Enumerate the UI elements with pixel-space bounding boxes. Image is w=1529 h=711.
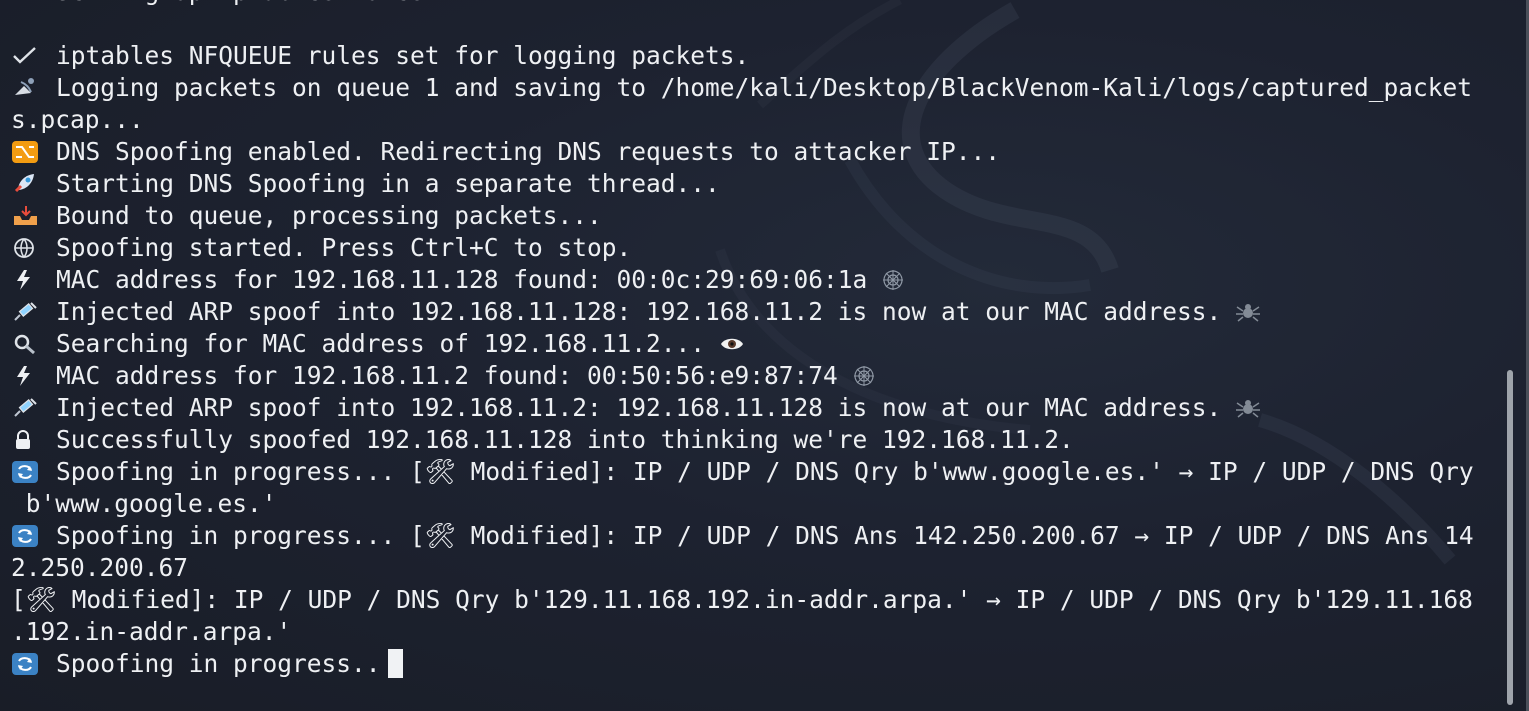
terminal-output: Setting up iptables rules... iptables NFQ…	[11, 0, 1496, 680]
syringe-icon	[11, 396, 41, 420]
terminal-line: Spoofing in progress... [🛠 Modified]: IP…	[11, 520, 1496, 552]
terminal-line: Setting up iptables rules...	[11, 0, 1496, 8]
terminal-line: b'www.google.es.'	[11, 488, 1496, 520]
shuffle-icon	[11, 140, 41, 164]
refresh-icon	[11, 460, 41, 484]
terminal-line-text: Spoofing in progress... [🛠 Modified]: IP…	[56, 521, 1474, 550]
eye-icon	[719, 332, 745, 356]
terminal-line: Injected ARP spoof into 192.168.11.128: …	[11, 296, 1496, 328]
magnifier-icon	[11, 332, 41, 356]
terminal-line: Logging packets on queue 1 and saving to…	[11, 72, 1496, 104]
terminal-line: Spoofing in progress... [🛠 Modified]: IP…	[11, 456, 1496, 488]
inbox-icon	[11, 204, 41, 228]
lock-icon	[11, 428, 41, 452]
lightning-icon	[11, 364, 41, 388]
terminal-line-text: Successfully spoofed 192.168.11.128 into…	[56, 425, 1074, 454]
terminal-line-text: s.pcap...	[11, 105, 144, 134]
terminal-line: DNS Spoofing enabled. Redirecting DNS re…	[11, 136, 1496, 168]
terminal-line-text: MAC address for 192.168.11.2 found: 00:5…	[56, 361, 838, 390]
terminal-window[interactable]: Setting up iptables rules... iptables NFQ…	[0, 0, 1529, 711]
terminal-line-text: Spoofing started. Press Ctrl+C to stop.	[56, 233, 632, 262]
terminal-line: Searching for MAC address of 192.168.11.…	[11, 328, 1496, 360]
terminal-line-text: Searching for MAC address of 192.168.11.…	[56, 329, 706, 358]
terminal-line-text: Bound to queue, processing packets...	[56, 201, 602, 230]
web-icon	[852, 364, 878, 388]
terminal-line-text: Spoofing in progress..	[56, 649, 381, 678]
globe-icon	[11, 236, 41, 260]
terminal-line-text: Injected ARP spoof into 192.168.11.128: …	[56, 297, 1222, 326]
terminal-line-text: MAC address for 192.168.11.128 found: 00…	[56, 265, 868, 294]
terminal-cursor	[387, 649, 403, 678]
terminal-line: Spoofing started. Press Ctrl+C to stop.	[11, 232, 1496, 264]
refresh-icon	[11, 652, 41, 676]
syringe-icon	[11, 300, 41, 324]
web-icon	[881, 268, 907, 292]
spider-icon	[1235, 300, 1261, 324]
terminal-line: MAC address for 192.168.11.128 found: 00…	[11, 264, 1496, 296]
terminal-line-text: Injected ARP spoof into 192.168.11.2: 19…	[56, 393, 1222, 422]
terminal-line-text: Logging packets on queue 1 and saving to…	[56, 73, 1473, 102]
terminal-line: iptables NFQUEUE rules set for logging p…	[11, 40, 1496, 72]
satellite-icon	[11, 76, 41, 100]
terminal-line-text: iptables NFQUEUE rules set for logging p…	[56, 41, 750, 70]
terminal-line-text: .192.in-addr.arpa.'	[11, 617, 292, 646]
terminal-line: Successfully spoofed 192.168.11.128 into…	[11, 424, 1496, 456]
lightning-icon	[11, 268, 41, 292]
terminal-line-text: DNS Spoofing enabled. Redirecting DNS re…	[56, 137, 1001, 166]
rocket-icon	[11, 172, 41, 196]
refresh-icon	[11, 524, 41, 548]
check-icon	[11, 0, 41, 4]
terminal-line-text: [🛠 Modified]: IP / UDP / DNS Qry b'129.1…	[11, 585, 1473, 614]
terminal-line: Spoofing in progress..	[11, 648, 1496, 680]
terminal-line-text: Spoofing in progress... [🛠 Modified]: IP…	[56, 457, 1474, 486]
terminal-line-text: b'www.google.es.'	[11, 489, 277, 518]
check-icon	[11, 44, 41, 68]
terminal-line: [🛠 Modified]: IP / UDP / DNS Qry b'129.1…	[11, 584, 1496, 616]
terminal-line: Injected ARP spoof into 192.168.11.2: 19…	[11, 392, 1496, 424]
terminal-line-text: Setting up iptables rules...	[56, 0, 469, 6]
terminal-line: Starting DNS Spoofing in a separate thre…	[11, 168, 1496, 200]
terminal-line-text: Starting DNS Spoofing in a separate thre…	[56, 169, 720, 198]
terminal-line: Bound to queue, processing packets...	[11, 200, 1496, 232]
terminal-line: s.pcap...	[11, 104, 1496, 136]
terminal-line: .192.in-addr.arpa.'	[11, 616, 1496, 648]
vertical-scrollbar[interactable]	[1507, 370, 1513, 705]
terminal-line: MAC address for 192.168.11.2 found: 00:5…	[11, 360, 1496, 392]
terminal-line: 2.250.200.67	[11, 552, 1496, 584]
spider-icon	[1235, 396, 1261, 420]
terminal-line-text: 2.250.200.67	[11, 553, 189, 582]
